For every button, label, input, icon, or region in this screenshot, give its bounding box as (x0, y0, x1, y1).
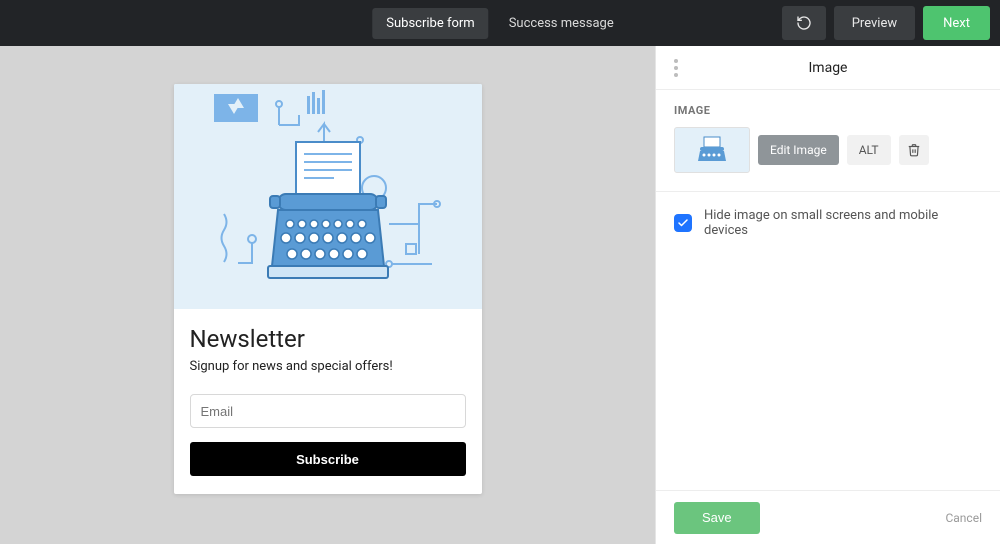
undo-button[interactable] (782, 6, 826, 40)
trash-icon (907, 143, 921, 157)
dot-icon (674, 73, 678, 77)
dot-icon (674, 59, 678, 63)
preview-button[interactable]: Preview (834, 6, 915, 40)
tab-group: Subscribe form Success message (372, 8, 627, 39)
divider (656, 191, 1000, 192)
subscribe-form-preview: Newsletter Signup for news and special o… (174, 84, 482, 494)
top-bar: Subscribe form Success message Preview N… (0, 0, 1000, 46)
check-icon (677, 217, 689, 229)
subscribe-button[interactable]: Subscribe (190, 442, 466, 476)
delete-image-button[interactable] (899, 135, 929, 165)
image-settings-panel: Image IMAGE Edit Image ALT (655, 46, 1000, 544)
hide-on-mobile-label: Hide image on small screens and mobile d… (704, 208, 982, 238)
more-options-button[interactable] (668, 53, 684, 83)
edit-image-button[interactable]: Edit Image (758, 135, 839, 165)
tab-success-message[interactable]: Success message (495, 8, 628, 39)
tab-subscribe-form[interactable]: Subscribe form (372, 8, 488, 39)
undo-icon (796, 15, 812, 31)
form-title: Newsletter (190, 325, 466, 353)
alt-text-button[interactable]: ALT (847, 135, 891, 165)
image-section-label: IMAGE (674, 104, 982, 117)
hide-on-mobile-checkbox[interactable] (674, 214, 692, 232)
dot-icon (674, 66, 678, 70)
cancel-button[interactable]: Cancel (945, 511, 982, 525)
image-thumbnail[interactable] (674, 127, 750, 173)
form-subtitle: Signup for news and special offers! (190, 359, 466, 374)
editor-canvas: Newsletter Signup for news and special o… (0, 46, 655, 544)
save-button[interactable]: Save (674, 502, 760, 534)
typewriter-thumb-icon (684, 133, 740, 167)
next-button[interactable]: Next (923, 6, 990, 40)
email-field[interactable] (190, 394, 466, 428)
panel-title: Image (809, 60, 848, 76)
typewriter-illustration (174, 84, 482, 309)
form-hero-image[interactable] (174, 84, 482, 309)
